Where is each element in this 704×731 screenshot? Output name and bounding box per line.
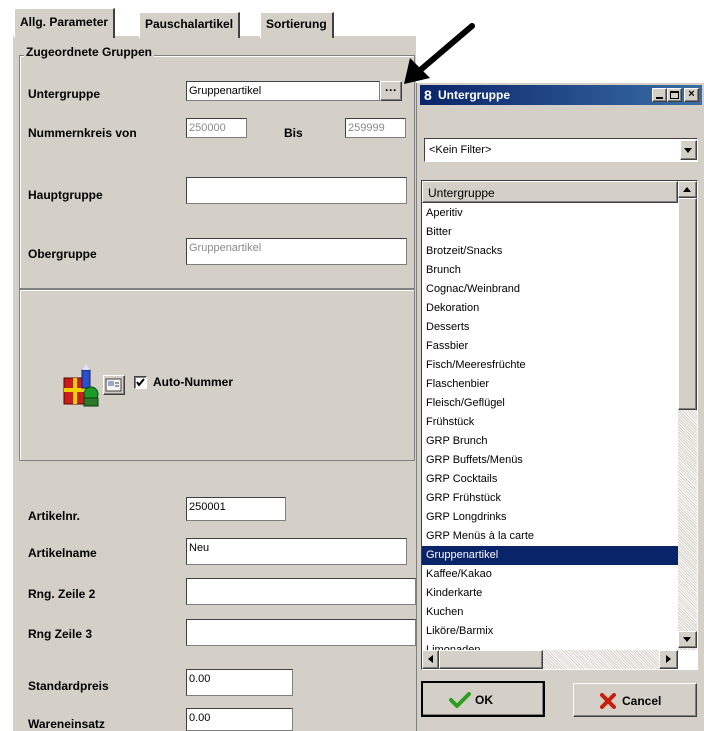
standardpreis-label: Standardpreis xyxy=(28,679,109,693)
tab-sortierung[interactable]: Sortierung xyxy=(260,12,334,38)
list-item[interactable]: GRP Brunch xyxy=(422,432,678,451)
auto-nummer-label: Auto-Nummer xyxy=(153,375,233,389)
popup-titlebar[interactable]: 8 Untergruppe × xyxy=(420,85,702,105)
auto-nummer-checkbox[interactable] xyxy=(134,376,147,389)
hauptgruppe-field[interactable] xyxy=(186,177,407,204)
number-card-icon[interactable] xyxy=(103,375,125,395)
list-item[interactable]: Frühstück xyxy=(422,413,678,432)
vertical-scrollbar[interactable] xyxy=(678,181,697,650)
list-item[interactable]: Flaschenbier xyxy=(422,375,678,394)
filter-dropdown[interactable]: <Kein Filter> xyxy=(424,138,698,162)
list-item[interactable]: Liköre/Barmix xyxy=(422,622,678,641)
list-item[interactable]: GRP Frühstück xyxy=(422,489,678,508)
cancel-label: Cancel xyxy=(622,694,662,708)
ok-label: OK xyxy=(475,693,493,707)
rng-zeile-2-label: Rng. Zeile 2 xyxy=(28,587,96,601)
group-section-title: Zugeordnete Gruppen xyxy=(24,45,154,59)
artikelnr-label: Artikelnr. xyxy=(28,509,81,523)
artikelname-field[interactable]: Neu xyxy=(186,538,407,565)
app-logo-icon: 8 xyxy=(424,87,432,103)
maximize-button[interactable] xyxy=(667,88,682,102)
list-item[interactable]: Limonaden xyxy=(422,641,678,650)
scroll-down-button[interactable] xyxy=(678,631,697,648)
untergruppe-browse-button[interactable]: ··· xyxy=(380,81,402,101)
list-item[interactable]: Kuchen xyxy=(422,603,678,622)
scroll-up-button[interactable] xyxy=(678,181,697,198)
wareneinsatz-field[interactable]: 0.00 xyxy=(186,708,293,731)
list-item[interactable]: Dekoration xyxy=(422,299,678,318)
list-item[interactable]: Kinderkarte xyxy=(422,584,678,603)
artikelname-label: Artikelname xyxy=(28,546,97,560)
untergruppe-label: Untergruppe xyxy=(28,87,100,101)
list-item[interactable]: Kaffee/Kakao xyxy=(422,565,678,584)
list-item[interactable]: Fleisch/Geflügel xyxy=(422,394,678,413)
obergruppe-field[interactable]: Gruppenartikel xyxy=(186,238,407,265)
list-column-header[interactable]: Untergruppe xyxy=(422,181,678,203)
list-item[interactable]: GRP Cocktails xyxy=(422,470,678,489)
list-item[interactable]: Brotzeit/Snacks xyxy=(422,242,678,261)
bis-label: Bis xyxy=(284,126,303,140)
list-item[interactable]: GRP Longdrinks xyxy=(422,508,678,527)
tab-allg-parameter[interactable]: Allg. Parameter xyxy=(14,8,116,38)
scroll-right-button[interactable] xyxy=(659,650,678,669)
list-item[interactable]: Aperitiv xyxy=(422,204,678,223)
nummernkreis-bis-field[interactable]: 259999 xyxy=(345,118,406,138)
list-items: Aperitiv Bitter Brotzeit/Snacks Brunch Cogna… xyxy=(422,204,678,650)
list-item[interactable]: GRP Buffets/Menüs xyxy=(422,451,678,470)
rng-zeile-2-field[interactable] xyxy=(186,578,416,605)
list-item[interactable]: Cognac/Weinbrand xyxy=(422,280,678,299)
cancel-x-icon xyxy=(600,693,616,709)
hauptgruppe-label: Hauptgruppe xyxy=(28,188,103,202)
list-item[interactable]: Fassbier xyxy=(422,337,678,356)
horizontal-scrollbar[interactable] xyxy=(422,650,678,669)
scroll-h-thumb[interactable] xyxy=(439,650,543,669)
checkmark-icon xyxy=(449,692,471,708)
article-gift-icon xyxy=(60,364,102,408)
list-item[interactable]: Brunch xyxy=(422,261,678,280)
minimize-button[interactable] xyxy=(652,88,667,102)
list-item[interactable]: Gruppenartikel xyxy=(422,546,678,565)
tab-pauschalartikel[interactable]: Pauschalartikel xyxy=(139,12,241,38)
scroll-left-button[interactable] xyxy=(422,650,439,669)
artikelnr-field[interactable]: 250001 xyxy=(186,497,286,521)
annotation-arrow-icon xyxy=(400,22,480,88)
list-item[interactable]: GRP Menüs à la carte xyxy=(422,527,678,546)
rng-zeile-3-field[interactable] xyxy=(186,619,416,646)
nummernkreis-label: Nummernkreis von xyxy=(28,126,137,140)
chevron-down-icon[interactable] xyxy=(680,140,697,160)
rng-zeile-3-label: Rng Zeile 3 xyxy=(28,627,93,641)
obergruppe-label: Obergruppe xyxy=(28,247,97,261)
untergruppe-listbox[interactable]: Untergruppe Aperitiv Bitter Brotzeit/Snack… xyxy=(421,180,698,670)
list-item[interactable]: Desserts xyxy=(422,318,678,337)
ok-button[interactable]: OK xyxy=(421,681,545,717)
wareneinsatz-label: Wareneinsatz xyxy=(28,717,105,731)
filter-value: <Kein Filter> xyxy=(429,144,492,156)
untergruppe-field[interactable]: Gruppenartikel xyxy=(186,81,380,101)
scroll-thumb[interactable] xyxy=(678,198,697,410)
close-icon[interactable]: × xyxy=(684,88,699,102)
popup-title: Untergruppe xyxy=(438,88,510,102)
list-item[interactable]: Bitter xyxy=(422,223,678,242)
nummernkreis-von-field[interactable]: 250000 xyxy=(186,118,247,138)
list-item[interactable]: Fisch/Meeresfrüchte xyxy=(422,356,678,375)
cancel-button[interactable]: Cancel xyxy=(573,683,697,717)
standardpreis-field[interactable]: 0.00 xyxy=(186,669,293,696)
